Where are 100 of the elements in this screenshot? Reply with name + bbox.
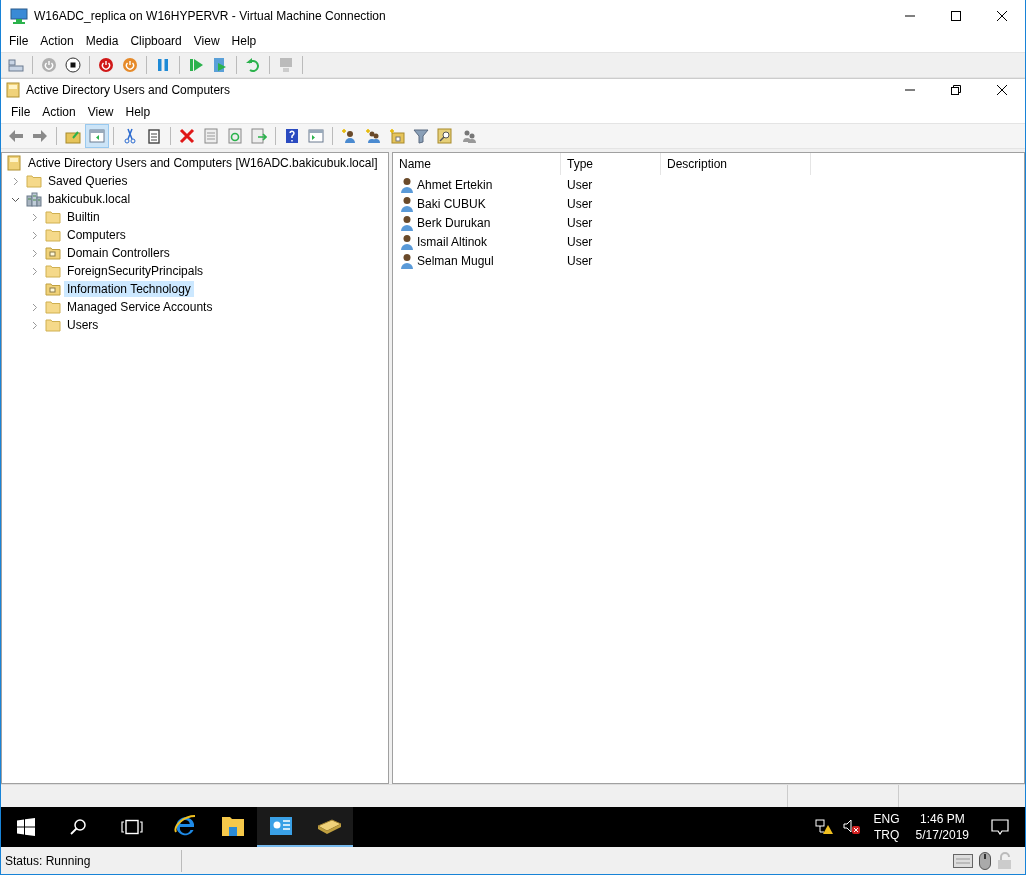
tree-item[interactable]: Users xyxy=(64,317,102,333)
mouse-icon xyxy=(979,851,991,870)
export-icon[interactable] xyxy=(251,128,267,144)
properties-icon[interactable] xyxy=(203,128,219,144)
ctrl-alt-del-icon[interactable] xyxy=(8,57,24,73)
table-cell[interactable]: Selman Mugul xyxy=(417,253,494,268)
console-title: Active Directory Users and Computers xyxy=(26,83,231,97)
start-button[interactable] xyxy=(17,818,35,836)
directory-app-button[interactable] xyxy=(305,807,353,847)
new-ou-icon[interactable] xyxy=(389,128,405,144)
tree-item[interactable]: bakicubuk.local xyxy=(45,191,134,207)
notifications-icon[interactable] xyxy=(991,819,1009,835)
search-icon[interactable] xyxy=(69,818,87,836)
help-icon[interactable] xyxy=(284,128,300,144)
checkpoint-icon[interactable] xyxy=(212,57,228,73)
table-cell-text: User xyxy=(566,215,594,230)
column-header[interactable]: Name xyxy=(393,153,561,175)
unlocked-padlock-icon xyxy=(997,851,1013,870)
tree-item[interactable]: ForeignSecurityPrincipals xyxy=(64,263,207,279)
tree-item[interactable]: Active Directory Users and Computers [W16ADC.bakicubuk.local] xyxy=(25,155,381,171)
table-cell[interactable]: Baki CUBUK xyxy=(417,196,486,211)
column-header[interactable]: Description xyxy=(661,153,811,175)
table-cell-text: User xyxy=(566,253,594,268)
tree-item[interactable]: Builtin xyxy=(64,209,103,225)
status-text: Status: Running xyxy=(4,853,92,868)
folder-icon xyxy=(45,299,61,315)
browser-icon xyxy=(173,814,197,838)
user-icon xyxy=(400,233,414,250)
user-icon xyxy=(400,176,414,193)
shutdown-icon[interactable] xyxy=(98,57,114,73)
console-book-icon xyxy=(5,82,21,98)
pause-icon[interactable] xyxy=(155,57,171,73)
table-cell[interactable]: Berk Durukan xyxy=(417,215,491,230)
menu-item[interactable]: Help xyxy=(119,105,157,119)
maximize-icon xyxy=(951,10,961,21)
paste-icon[interactable] xyxy=(146,128,162,144)
vm-connection-icon xyxy=(10,7,28,24)
new-group-icon[interactable] xyxy=(365,128,381,144)
close-icon xyxy=(997,85,1007,95)
collapsed-chevron-icon[interactable] xyxy=(30,266,39,276)
restore-icon xyxy=(951,85,961,95)
collapsed-chevron-icon[interactable] xyxy=(30,248,39,258)
server-manager-button[interactable] xyxy=(257,807,305,847)
network-warning-icon[interactable] xyxy=(814,819,833,835)
tree-item[interactable]: Computers xyxy=(64,227,129,243)
menu-item[interactable]: View xyxy=(81,105,120,119)
save-icon[interactable] xyxy=(122,57,138,73)
table-cell-text: User xyxy=(566,177,594,192)
back-arrow-icon[interactable] xyxy=(8,128,24,144)
close-icon xyxy=(997,10,1007,21)
table-cell-text: User xyxy=(566,196,594,211)
dashboard-icon xyxy=(270,817,292,835)
cut-icon[interactable] xyxy=(122,128,138,144)
folder-icon xyxy=(45,317,61,333)
table-cell[interactable]: Ismail Altinok xyxy=(417,234,488,249)
folder-icon xyxy=(45,209,61,225)
table-cell[interactable]: Ahmet Ertekin xyxy=(417,177,493,192)
stop-icon[interactable] xyxy=(65,57,81,73)
power-icon[interactable] xyxy=(41,57,57,73)
new-user-icon[interactable] xyxy=(341,128,357,144)
domain-icon xyxy=(26,191,42,207)
language-indicator[interactable]: ENG TRQ xyxy=(873,811,900,843)
filter-icon[interactable] xyxy=(413,128,429,144)
refresh-icon[interactable] xyxy=(227,128,243,144)
tree-item[interactable]: Domain Controllers xyxy=(64,245,173,261)
menu-item[interactable]: File xyxy=(5,105,37,119)
clock[interactable]: 1:46 PM 5/17/2019 xyxy=(915,811,969,843)
collapsed-chevron-icon[interactable] xyxy=(30,230,39,240)
menu-item[interactable]: Help xyxy=(225,33,263,48)
keyboard-icon xyxy=(953,853,973,868)
collapsed-chevron-icon[interactable] xyxy=(30,212,39,222)
add-to-group-icon[interactable] xyxy=(461,128,477,144)
folder-icon xyxy=(45,227,61,243)
find-icon[interactable] xyxy=(437,128,453,144)
collapsed-chevron-icon[interactable] xyxy=(30,302,39,312)
tree-item[interactable]: Information Technology xyxy=(64,281,194,297)
action-pane-icon[interactable] xyxy=(308,128,324,144)
delete-icon[interactable] xyxy=(179,128,195,144)
volume-muted-icon[interactable] xyxy=(842,819,861,835)
enhanced-session-icon[interactable] xyxy=(278,57,294,73)
forward-arrow-icon[interactable] xyxy=(32,128,48,144)
tree-item[interactable]: Managed Service Accounts xyxy=(64,299,216,315)
menu-item[interactable]: Media xyxy=(79,33,125,48)
organizational-unit-icon xyxy=(45,245,61,261)
organizational-unit-icon xyxy=(45,281,61,297)
menu-item[interactable]: Action xyxy=(36,105,82,119)
menu-item[interactable]: View xyxy=(187,33,226,48)
menu-item[interactable]: File xyxy=(3,33,35,48)
resume-icon[interactable] xyxy=(188,57,204,73)
console-tree-icon[interactable] xyxy=(89,128,105,144)
task-view-icon[interactable] xyxy=(121,819,143,835)
column-header[interactable]: Type xyxy=(561,153,661,175)
collapsed-chevron-icon[interactable] xyxy=(30,320,39,330)
menu-item[interactable]: Clipboard xyxy=(124,33,188,48)
user-icon xyxy=(400,214,414,231)
menu-item[interactable]: Action xyxy=(34,33,80,48)
collapsed-chevron-icon[interactable] xyxy=(11,176,20,186)
revert-icon[interactable] xyxy=(245,57,261,73)
tree-item[interactable]: Saved Queries xyxy=(45,173,131,189)
window-title: W16ADC_replica on W16HYPERVR - Virtual Machine Connection xyxy=(34,8,386,23)
